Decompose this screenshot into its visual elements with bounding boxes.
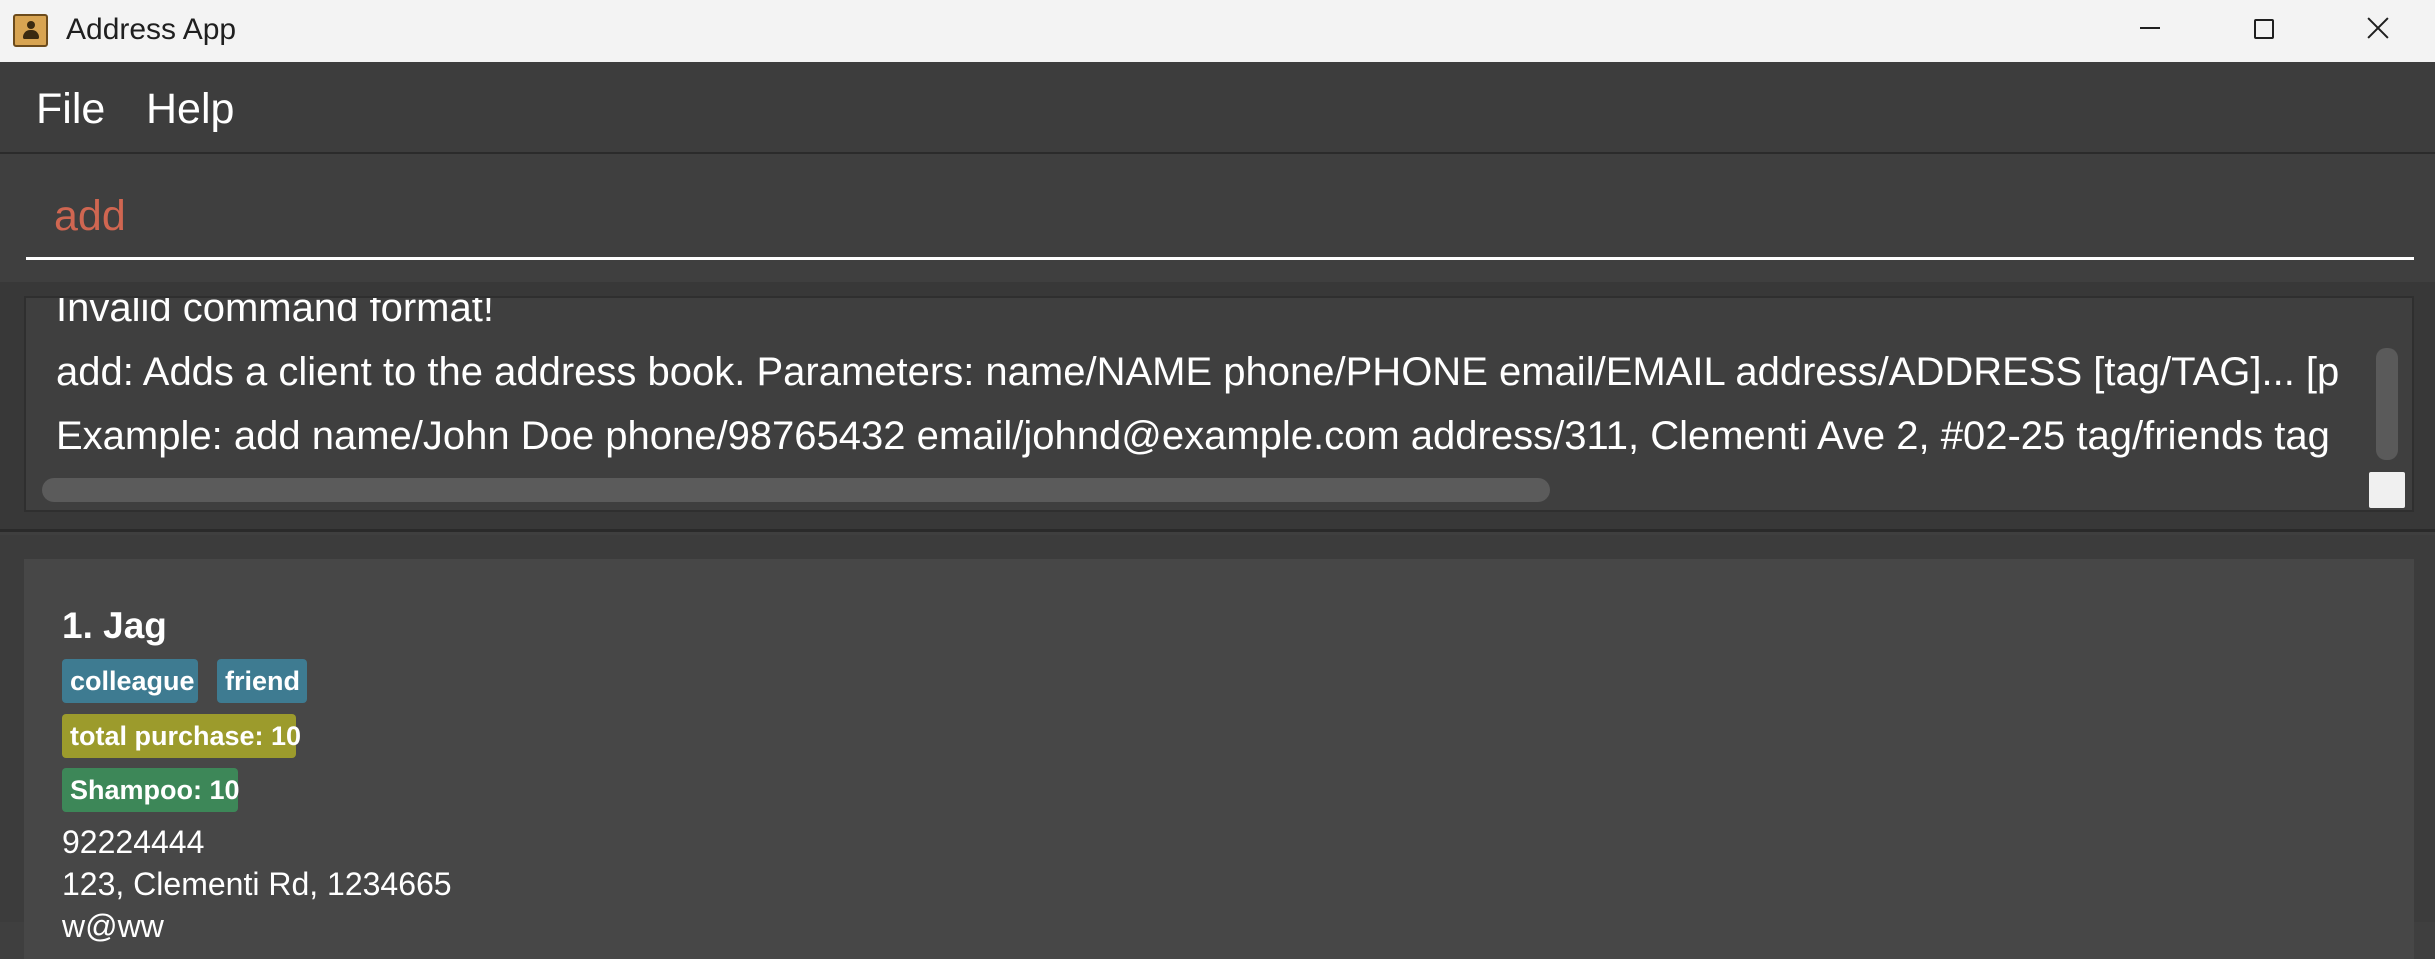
tag-friend: friend [217,659,307,703]
tag-colleague: colleague [62,659,198,703]
menu-help[interactable]: Help [146,84,234,134]
menu-file[interactable]: File [36,84,105,134]
total-purchase-badge: total purchase: 10 [62,714,301,758]
person-name: 1. Jag [62,605,167,646]
result-message: Invalid command format! add: Adds a clie… [56,296,2340,458]
menu-bar: File Help [0,62,2435,154]
person-phone: 92224444 [62,824,205,860]
scrollbar-corner [2369,472,2405,508]
command-box [0,154,2435,282]
vertical-scrollbar[interactable] [2376,348,2398,460]
product-badge: Shampoo: 10 [62,768,240,812]
maximize-button[interactable] [2205,0,2321,62]
person-card[interactable]: 1. Jag colleague friend total purchase: … [24,559,2414,959]
person-email: w@ww [62,908,164,944]
close-button[interactable] [2320,0,2435,62]
person-list: 1. Jag colleague friend total purchase: … [0,535,2435,959]
address-book-icon [13,14,48,47]
command-input[interactable] [26,176,2414,260]
window-title: Address App [66,13,237,46]
minimize-button[interactable] [2092,0,2208,62]
horizontal-scrollbar[interactable] [42,478,1550,502]
title-bar: Address App [0,0,2435,62]
person-address: 123, Clementi Rd, 1234665 [62,866,452,902]
